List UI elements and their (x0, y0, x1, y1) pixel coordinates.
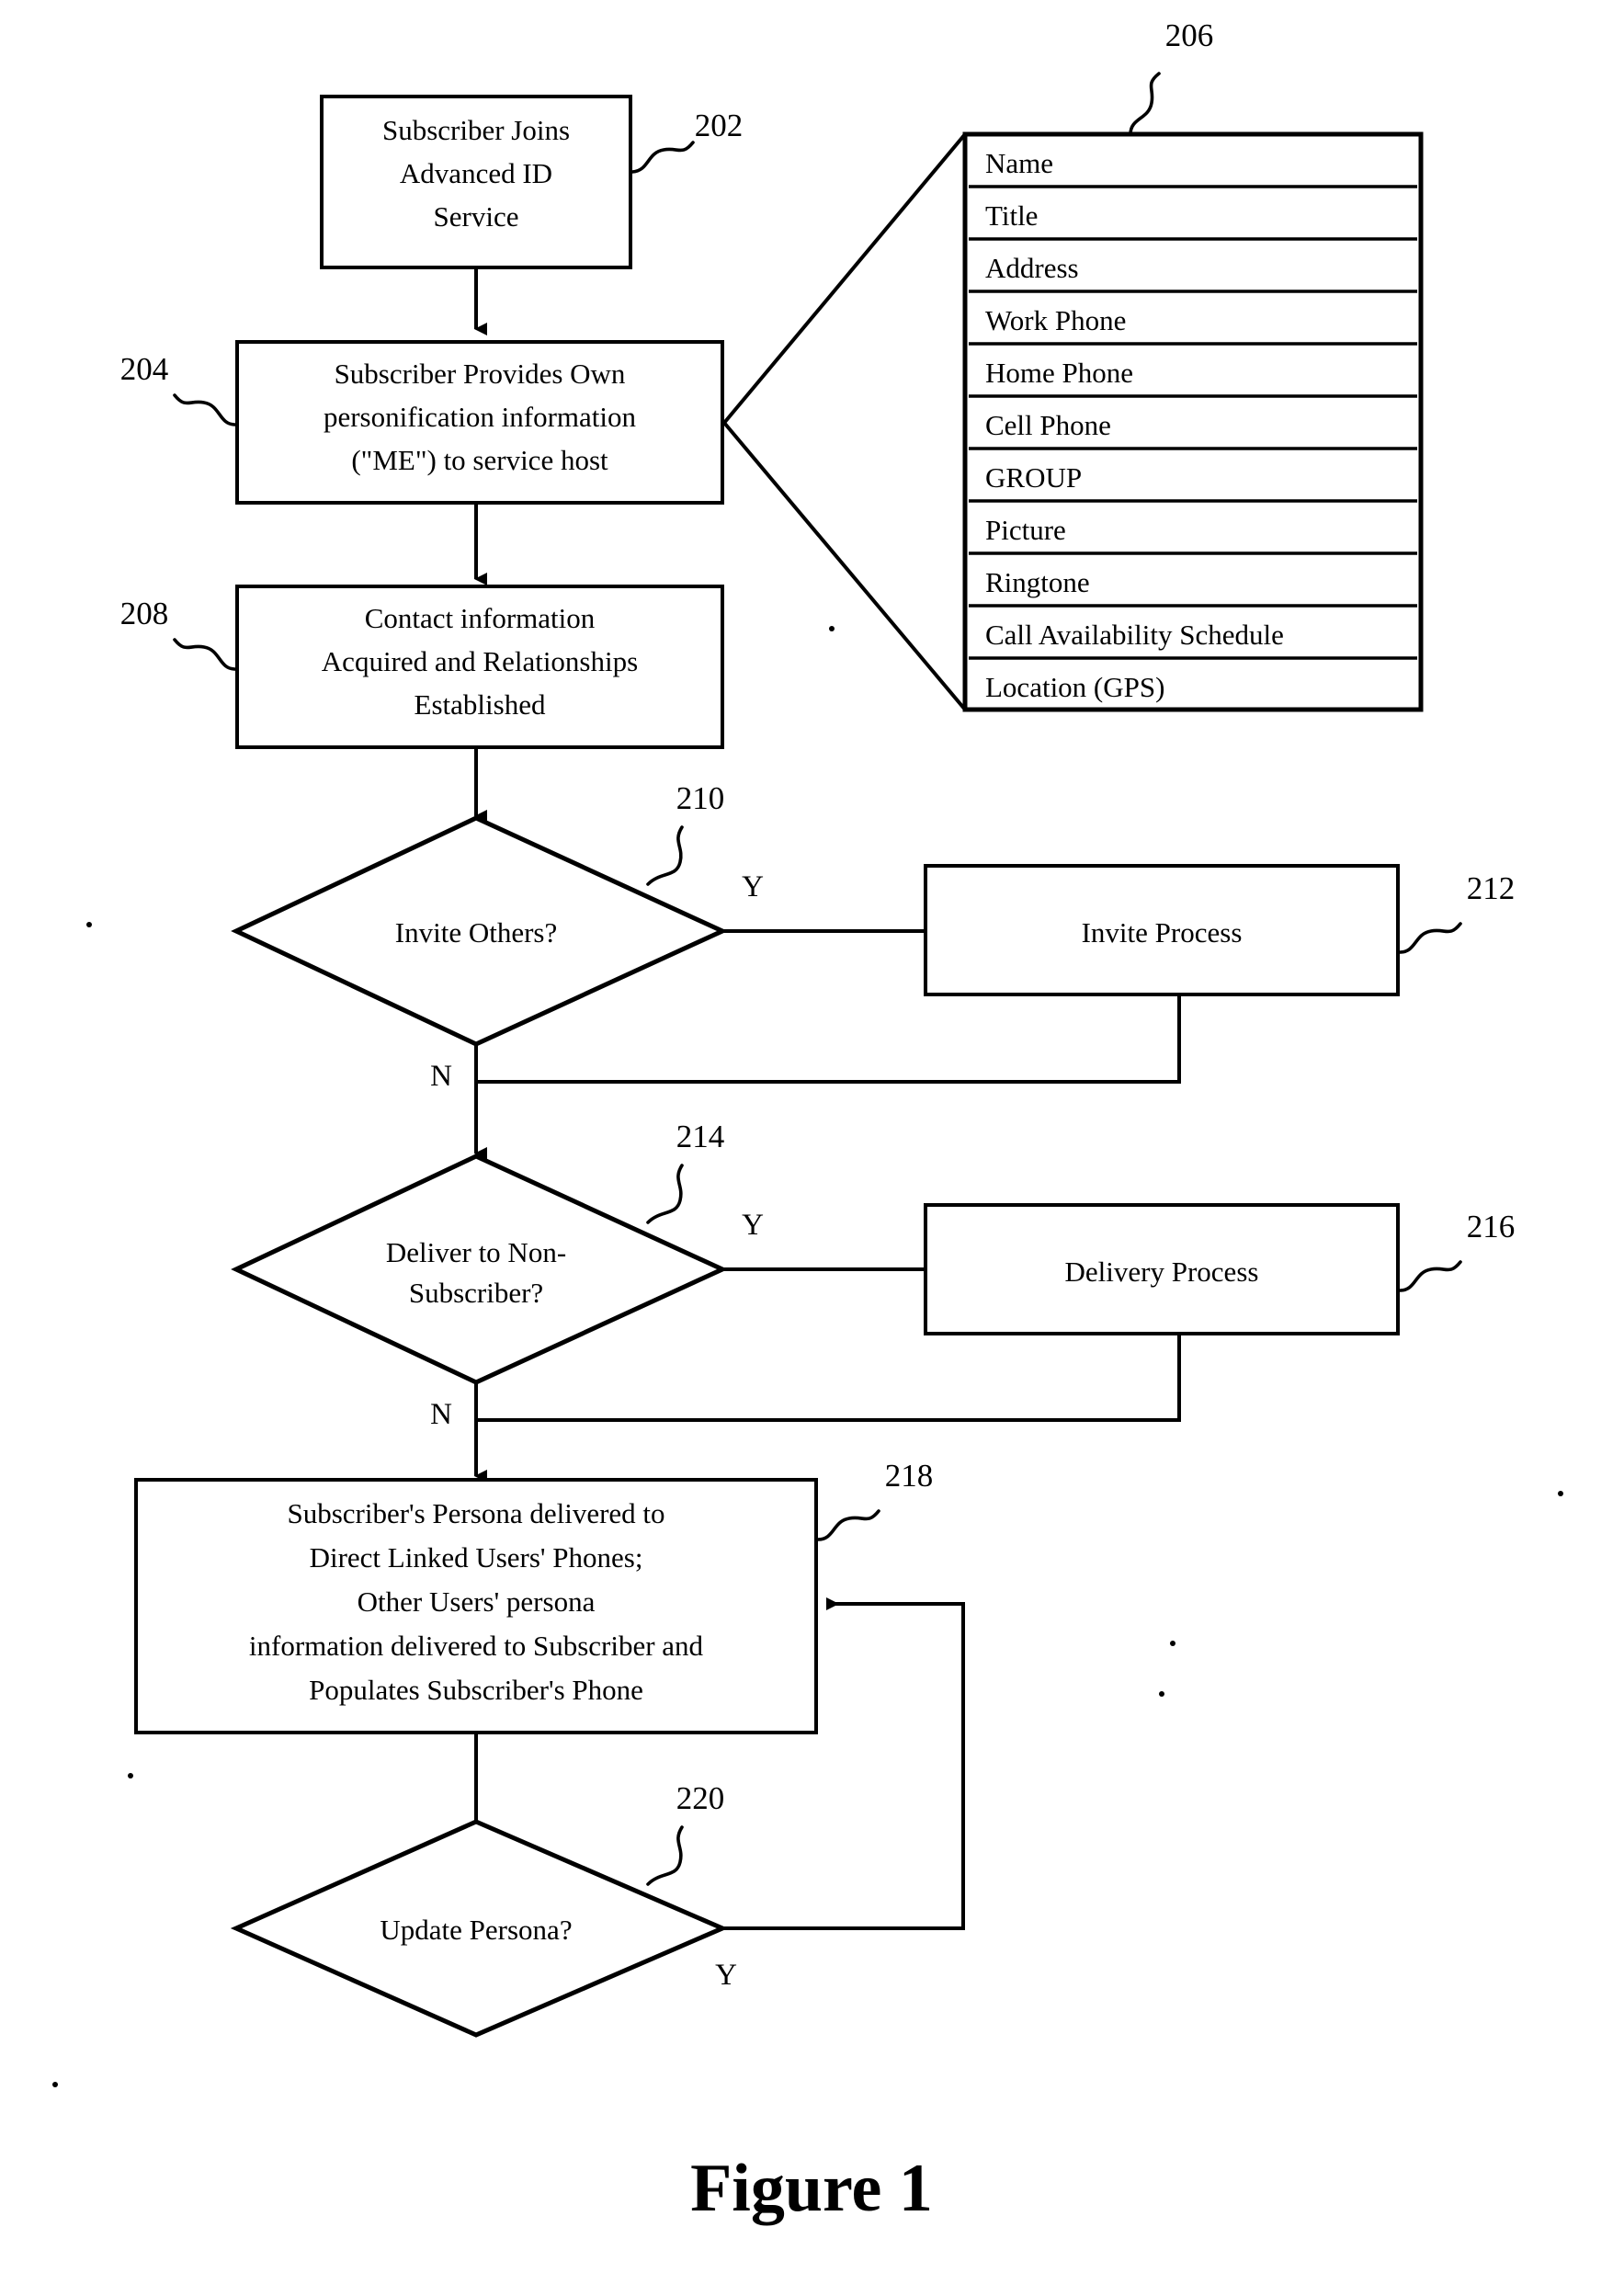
scan-speck (1558, 1491, 1563, 1496)
persona-row-call-availability: Call Availability Schedule (985, 619, 1284, 651)
persona-row-name: Name (985, 147, 1053, 179)
node-210-yes-label: Y (742, 870, 764, 903)
node-210-invite-others-decision: Invite Others? 210 Y N (231, 780, 764, 1093)
node-220-yes-label: Y (715, 1959, 737, 1992)
node-210-no-label: N (430, 1060, 452, 1093)
scan-speck (128, 1773, 133, 1778)
node-202-line-1: Subscriber Joins (382, 114, 570, 146)
node-218-persona-delivered: Subscriber's Persona delivered to Direct… (134, 1458, 934, 1734)
persona-row-location-gps: Location (GPS) (985, 671, 1164, 703)
node-214-deliver-nonsubscriber-decision: Deliver to Non- Subscriber? 214 Y N (231, 1119, 764, 1431)
persona-row-address: Address (985, 252, 1079, 284)
scan-speck (829, 626, 835, 631)
flowchart-canvas: Subscriber Joins Advanced ID Service 202… (52, 17, 1563, 2226)
node-218-line-5: Populates Subscriber's Phone (309, 1674, 643, 1706)
persona-table-ref: 206 (1165, 17, 1214, 53)
node-218-line-4: information delivered to Subscriber and (249, 1630, 704, 1662)
node-218-line-3: Other Users' persona (358, 1585, 596, 1618)
persona-row-group: GROUP (985, 461, 1082, 494)
node-208-ref: 208 (120, 596, 169, 631)
node-218-line-2: Direct Linked Users' Phones; (310, 1541, 643, 1574)
persona-table-206: Name Title Address Work Phone Home Phone… (962, 17, 1424, 712)
node-216-ref: 216 (1467, 1209, 1516, 1244)
scan-speck (1159, 1691, 1164, 1697)
node-220-ref: 220 (676, 1780, 725, 1816)
node-212-invite-process: Invite Process 212 (924, 864, 1516, 996)
persona-row-ringtone: Ringtone (985, 566, 1090, 598)
node-210-leader-line (646, 825, 684, 886)
node-220-label: Update Persona? (380, 1914, 572, 1946)
node-220-update-persona-decision: Update Persona? 220 Y (230, 1780, 737, 2038)
node-214-no-label: N (430, 1398, 452, 1431)
node-216-leader-line (1398, 1260, 1462, 1292)
scan-speck (52, 2082, 58, 2087)
node-214-diamond (231, 1153, 728, 1385)
figure-caption: Figure 1 (690, 2151, 933, 2226)
scan-speck (1170, 1641, 1175, 1646)
node-204-subscriber-provides: Subscriber Provides Own personification … (120, 340, 724, 505)
node-212-ref: 212 (1467, 870, 1516, 906)
scan-speck (86, 922, 92, 927)
node-202-line-2: Advanced ID (400, 157, 552, 189)
persona-row-home-phone: Home Phone (985, 357, 1133, 389)
persona-row-picture: Picture (985, 514, 1066, 546)
node-214-leader-line (646, 1164, 684, 1224)
node-210-ref: 210 (676, 780, 725, 816)
node-214-line-2: Subscriber? (409, 1277, 543, 1309)
node-204-line-2: personification information (324, 401, 637, 433)
node-202-leader-line (630, 141, 695, 174)
node-210-label: Invite Others? (395, 916, 557, 949)
node-202-subscriber-joins: Subscriber Joins Advanced ID Service 202 (320, 95, 744, 269)
node-214-line-1: Deliver to Non- (386, 1236, 566, 1268)
node-202-ref: 202 (695, 108, 744, 143)
node-220-leader-line (646, 1825, 684, 1886)
node-218-ref: 218 (885, 1458, 934, 1494)
node-202-line-3: Service (434, 200, 519, 233)
node-216-label: Delivery Process (1065, 1256, 1259, 1288)
node-208-line-1: Contact information (365, 602, 596, 634)
fan-connector-204-to-206 (722, 132, 967, 711)
node-204-leader-line (173, 393, 237, 426)
node-204-line-3: ("ME") to service host (351, 444, 608, 476)
persona-row-cell-phone: Cell Phone (985, 409, 1111, 441)
node-204-line-1: Subscriber Provides Own (335, 358, 626, 390)
patent-figure: Subscriber Joins Advanced ID Service 202… (0, 0, 1624, 2284)
node-216-delivery-process: Delivery Process 216 (924, 1203, 1516, 1335)
return-path-212-to-trunk (476, 994, 1181, 1084)
node-208-contact-information: Contact information Acquired and Relatio… (120, 585, 724, 749)
node-218-leader-line (816, 1509, 880, 1541)
node-214-ref: 214 (676, 1119, 725, 1154)
node-204-ref: 204 (120, 351, 169, 387)
return-path-216-to-trunk (476, 1334, 1181, 1422)
persona-row-work-phone: Work Phone (985, 304, 1126, 336)
node-212-label: Invite Process (1082, 916, 1243, 949)
persona-row-title: Title (985, 199, 1038, 232)
node-208-line-3: Established (415, 688, 546, 721)
node-218-line-1: Subscriber's Persona delivered to (287, 1497, 664, 1529)
node-208-line-2: Acquired and Relationships (322, 645, 638, 677)
node-214-yes-label: Y (742, 1209, 764, 1242)
node-212-leader-line (1398, 922, 1462, 954)
persona-table-leader-line (1129, 72, 1161, 136)
node-208-leader-line (173, 638, 237, 671)
